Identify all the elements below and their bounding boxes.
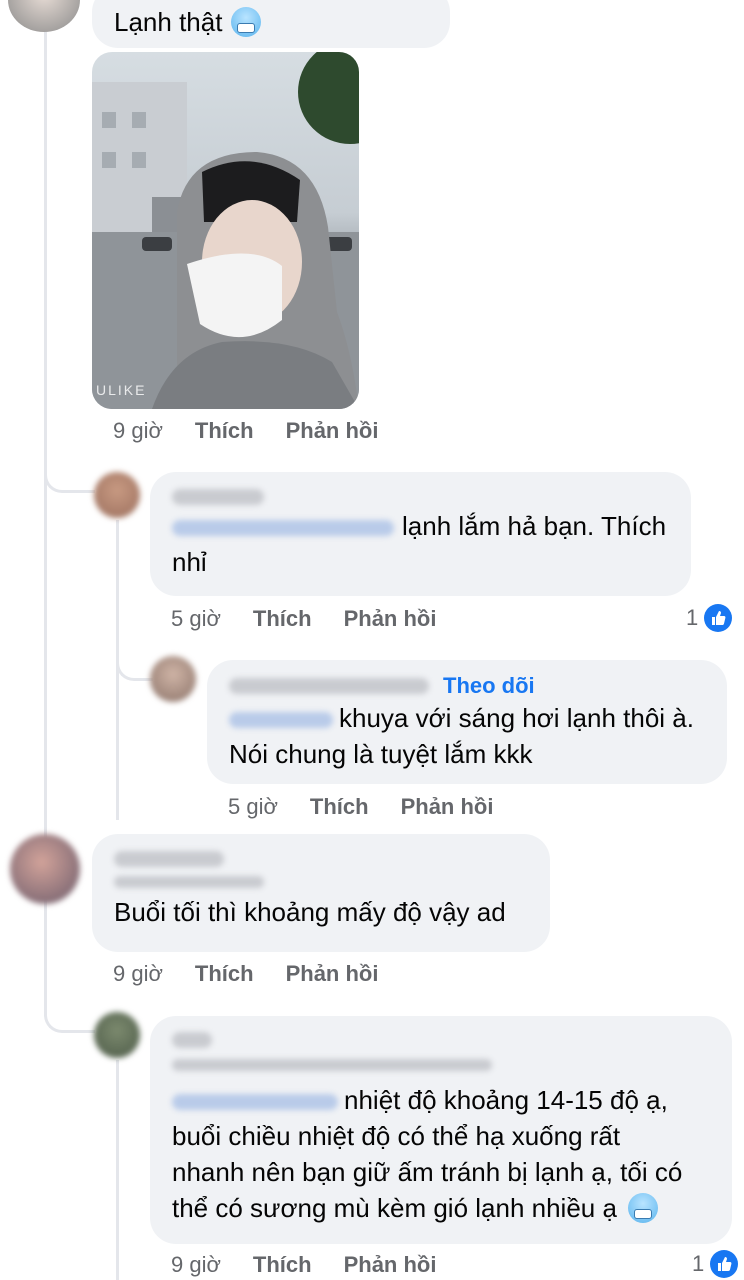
like-button[interactable]: Thích bbox=[253, 1252, 312, 1278]
comment-photo[interactable]: ULIKE bbox=[92, 52, 359, 409]
reaction-count[interactable]: 1 bbox=[692, 1250, 739, 1278]
comment-time: 5 giờ bbox=[228, 794, 278, 819]
comment-time: 5 giờ bbox=[171, 606, 221, 631]
comment-time: 9 giờ bbox=[113, 961, 163, 986]
comment-actions: 5 giờ Thích Phản hồi bbox=[228, 794, 493, 820]
comment-text: Lạnh thật bbox=[114, 7, 223, 37]
comment-text: thể có sương mù kèm gió lạnh nhiều ạ bbox=[172, 1193, 617, 1223]
comment-text: Buổi tối thì khoảng mấy độ vậy ad bbox=[114, 897, 506, 927]
reply-button[interactable]: Phản hồi bbox=[344, 1252, 437, 1278]
like-button[interactable]: Thích bbox=[310, 794, 369, 820]
mention-tag-blurred[interactable] bbox=[229, 712, 333, 729]
reply-button[interactable]: Phản hồi bbox=[286, 961, 379, 987]
thread-connector bbox=[44, 460, 95, 493]
commenter-name-blurred bbox=[172, 1032, 212, 1048]
comment-actions: 5 giờ Thích Phản hồi bbox=[171, 606, 436, 632]
thread-line-reply bbox=[116, 1060, 119, 1280]
comment-text: Nói chung là tuyệt lắm kkk bbox=[229, 739, 533, 769]
photo-watermark: ULIKE bbox=[96, 382, 147, 398]
comment-text: nhanh nên bạn giữ ấm tránh bị lạnh ạ, tố… bbox=[172, 1157, 683, 1187]
cold-face-icon bbox=[628, 1193, 659, 1223]
comment-body: thể có sương mù kèm gió lạnh nhiều ạ bbox=[172, 1190, 710, 1226]
like-button[interactable]: Thích bbox=[195, 961, 254, 987]
comment-bubble: Buổi tối thì khoảng mấy độ vậy ad bbox=[92, 834, 550, 952]
cold-face-icon bbox=[230, 7, 261, 37]
like-reaction-icon bbox=[710, 1250, 739, 1278]
comment-actions: 9 giờ Thích Phản hồi bbox=[113, 961, 378, 987]
reply-button[interactable]: Phản hồi bbox=[401, 794, 494, 820]
comment-body: nhiệt độ khoảng 14-15 độ ạ, bbox=[172, 1082, 710, 1118]
reply-button[interactable]: Phản hồi bbox=[344, 606, 437, 632]
commenter-badge-blurred bbox=[114, 876, 264, 888]
avatar[interactable] bbox=[8, 0, 80, 32]
avatar[interactable] bbox=[94, 1012, 140, 1058]
thread-connector bbox=[116, 648, 153, 681]
mention-tag-blurred[interactable] bbox=[172, 1094, 338, 1111]
avatar[interactable] bbox=[94, 472, 140, 518]
comment-text: khuya với sáng hơi lạnh thôi à. bbox=[339, 703, 694, 733]
like-reaction-icon bbox=[704, 604, 733, 632]
comment-time: 9 giờ bbox=[113, 418, 163, 443]
like-button[interactable]: Thích bbox=[253, 606, 312, 632]
like-button[interactable]: Thích bbox=[195, 418, 254, 444]
commenter-name-blurred bbox=[229, 678, 429, 694]
comment-actions: 9 giờ Thích Phản hồi bbox=[171, 1252, 436, 1278]
selfie-photo-illustration bbox=[92, 52, 359, 409]
follow-link[interactable]: Theo dõi bbox=[443, 673, 535, 699]
comment-bubble: Lạnh thật bbox=[92, 0, 450, 48]
comment-bubble: nhiệt độ khoảng 14-15 độ ạ, buổi chiều n… bbox=[150, 1016, 732, 1244]
avatar[interactable] bbox=[150, 656, 196, 702]
commenter-badge-blurred bbox=[172, 1059, 492, 1071]
comment-bubble: Theo dõi khuya với sáng hơi lạnh thôi à.… bbox=[207, 660, 727, 784]
comment-actions: 9 giờ Thích Phản hồi bbox=[113, 418, 378, 444]
mention-tag-blurred[interactable] bbox=[172, 520, 394, 537]
reaction-number: 1 bbox=[686, 605, 699, 630]
comment-text: nhiệt độ khoảng 14-15 độ ạ, bbox=[344, 1085, 668, 1115]
thread-connector bbox=[44, 1000, 95, 1033]
commenter-name-blurred bbox=[172, 489, 264, 505]
comment-bubble: lạnh lắm hả bạn. Thích nhỉ bbox=[150, 472, 691, 596]
comment-time: 9 giờ bbox=[171, 1252, 221, 1277]
reply-button[interactable]: Phản hồi bbox=[286, 418, 379, 444]
reaction-number: 1 bbox=[692, 1251, 705, 1276]
avatar[interactable] bbox=[10, 834, 80, 904]
commenter-name-blurred bbox=[114, 851, 224, 867]
comment-body: lạnh lắm hả bạn. Thích nhỉ bbox=[172, 508, 669, 580]
reaction-count[interactable]: 1 bbox=[686, 604, 733, 632]
comment-body: khuya với sáng hơi lạnh thôi à. bbox=[229, 700, 705, 736]
comment-text: buổi chiều nhiệt độ có thể hạ xuống rất bbox=[172, 1121, 621, 1151]
